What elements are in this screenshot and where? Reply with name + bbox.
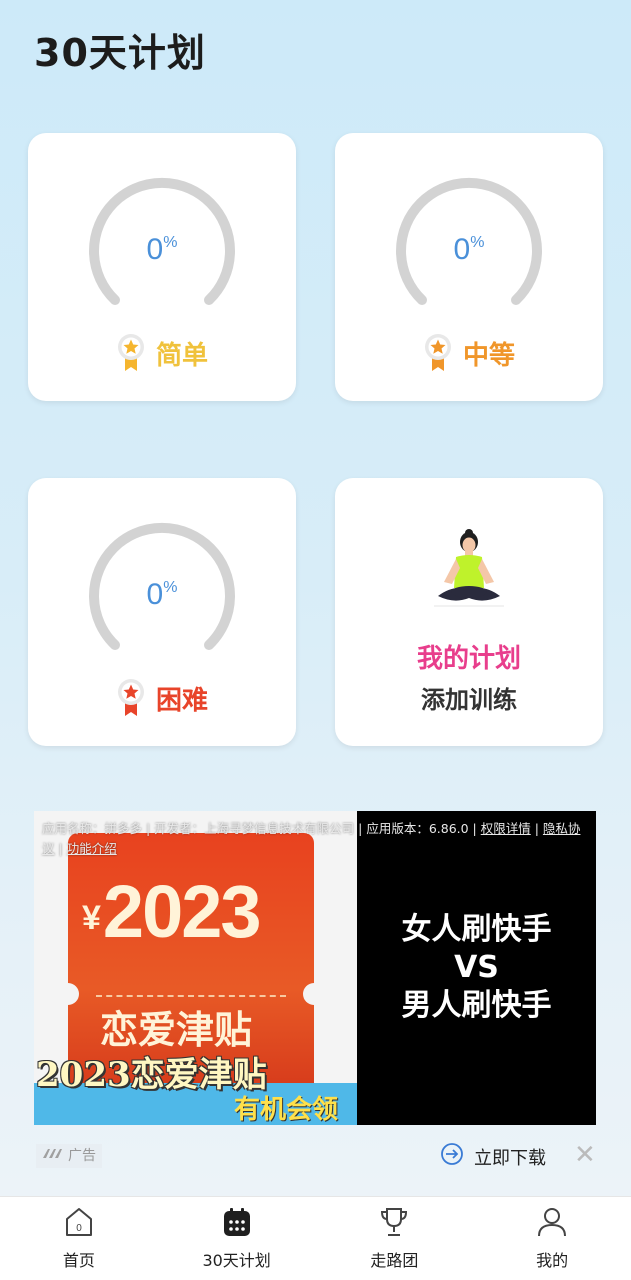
ad-right-line: 女人刷快手 xyxy=(401,912,552,947)
level-card-hard[interactable]: 0% 困难 xyxy=(28,478,296,746)
tab-mine[interactable]: 我的 xyxy=(473,1197,631,1280)
ad-banner-text: 2023恋爱津贴 xyxy=(36,1055,267,1095)
tab-label: 首页 xyxy=(62,1251,95,1270)
tab-label: 我的 xyxy=(536,1251,569,1270)
trophy-icon xyxy=(377,1205,411,1239)
download-arrow-icon xyxy=(440,1142,464,1171)
ad-app-info: 应用名称：拼多多 | 开发者：上海寻梦信息技术有限公司 | 应用版本：6.86.… xyxy=(42,821,581,856)
ad-opportunity-text: 有机会领 xyxy=(234,1095,339,1125)
calendar-icon xyxy=(220,1205,254,1239)
medal-icon xyxy=(116,678,146,718)
ad-right-line: VS xyxy=(454,950,499,985)
close-icon[interactable]: ✕ xyxy=(574,1142,596,1168)
medal-icon xyxy=(116,333,146,373)
tab-label: 30天计划 xyxy=(202,1251,271,1270)
progress-percent: 0% xyxy=(146,578,178,611)
level-label: 困难 xyxy=(155,685,208,716)
home-icon: 0 xyxy=(62,1205,96,1239)
tab-walking-group[interactable]: 走路团 xyxy=(316,1197,474,1280)
bottom-tab-bar: 0 首页 30天计划 走路团 我的 xyxy=(0,1196,631,1280)
progress-percent: 0% xyxy=(146,233,178,266)
my-plan-card[interactable]: 我的计划 添加训练 xyxy=(335,478,603,746)
level-label: 简单 xyxy=(155,340,208,371)
ad-right-line: 男人刷快手 xyxy=(401,988,552,1023)
ad-footer: 广告 立即下载 ✕ xyxy=(34,1140,596,1172)
download-button[interactable]: 立即下载 xyxy=(440,1142,546,1171)
features-link[interactable]: 功能介绍 xyxy=(67,841,117,856)
my-plan-title: 我的计划 xyxy=(416,644,521,674)
profile-icon xyxy=(535,1205,569,1239)
tab-label: 走路团 xyxy=(370,1251,419,1270)
svg-text:0: 0 xyxy=(76,1223,82,1234)
meditation-figure-icon xyxy=(424,526,514,616)
level-card-easy[interactable]: 0% 简单 xyxy=(28,133,296,401)
permissions-link[interactable]: 权限详情 xyxy=(481,821,531,836)
ad-tag: 广告 xyxy=(36,1144,102,1168)
tab-home[interactable]: 0 首页 xyxy=(0,1197,158,1280)
ad-year: ¥2023 xyxy=(82,870,262,953)
ad-love-subsidy: 恋爱津贴 xyxy=(100,1008,253,1052)
level-card-medium[interactable]: 0% 中等 xyxy=(335,133,603,401)
progress-percent: 0% xyxy=(453,233,485,266)
ad-banner[interactable]: ¥2023 恋爱津贴 2023恋爱津贴 有机会领 女人刷快手 VS 男人刷快手 … xyxy=(34,811,596,1125)
ad-logo-icon xyxy=(42,1144,64,1168)
tab-30-day-plan[interactable]: 30天计划 xyxy=(158,1197,316,1280)
medal-icon xyxy=(423,333,453,373)
level-label: 中等 xyxy=(462,340,515,371)
add-training-label: 添加训练 xyxy=(421,686,517,714)
page-title: 30天计划 xyxy=(34,31,206,75)
